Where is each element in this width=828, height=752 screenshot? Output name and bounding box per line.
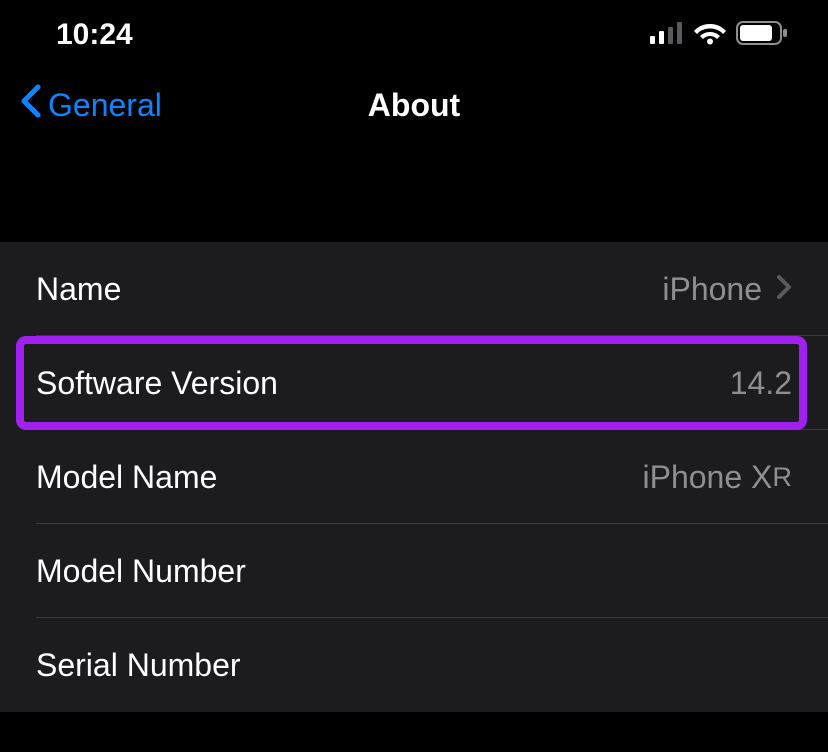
about-list: Name iPhone Software Version 14.2 Model …: [0, 242, 828, 712]
row-label: Name: [36, 271, 121, 308]
row-label: Model Number: [36, 553, 246, 590]
row-serial-number[interactable]: Serial Number: [0, 618, 828, 712]
wifi-icon: [694, 21, 726, 50]
chevron-right-icon: [776, 271, 792, 308]
back-label: General: [48, 87, 162, 124]
back-button[interactable]: General: [18, 83, 162, 127]
row-label: Model Name: [36, 459, 217, 496]
status-time: 10:24: [56, 18, 133, 52]
row-software-version[interactable]: Software Version 14.2: [0, 336, 828, 430]
row-model-name[interactable]: Model Name iPhone XR: [0, 430, 828, 524]
row-name[interactable]: Name iPhone: [0, 242, 828, 336]
nav-bar: General About: [0, 70, 828, 140]
row-value: iPhone: [662, 271, 792, 308]
bottom-spacer: [0, 712, 828, 752]
row-label: Software Version: [36, 365, 278, 402]
cellular-signal-icon: [650, 22, 684, 49]
row-label: Serial Number: [36, 647, 241, 684]
section-spacer: [0, 168, 828, 242]
status-bar: 10:24: [0, 0, 828, 70]
status-icons: [650, 21, 788, 50]
row-value: 14.2: [730, 365, 792, 402]
row-value: iPhone XR: [642, 459, 792, 496]
battery-icon: [736, 21, 788, 50]
row-model-number[interactable]: Model Number: [0, 524, 828, 618]
chevron-left-icon: [18, 83, 42, 127]
page-title: About: [368, 87, 460, 124]
